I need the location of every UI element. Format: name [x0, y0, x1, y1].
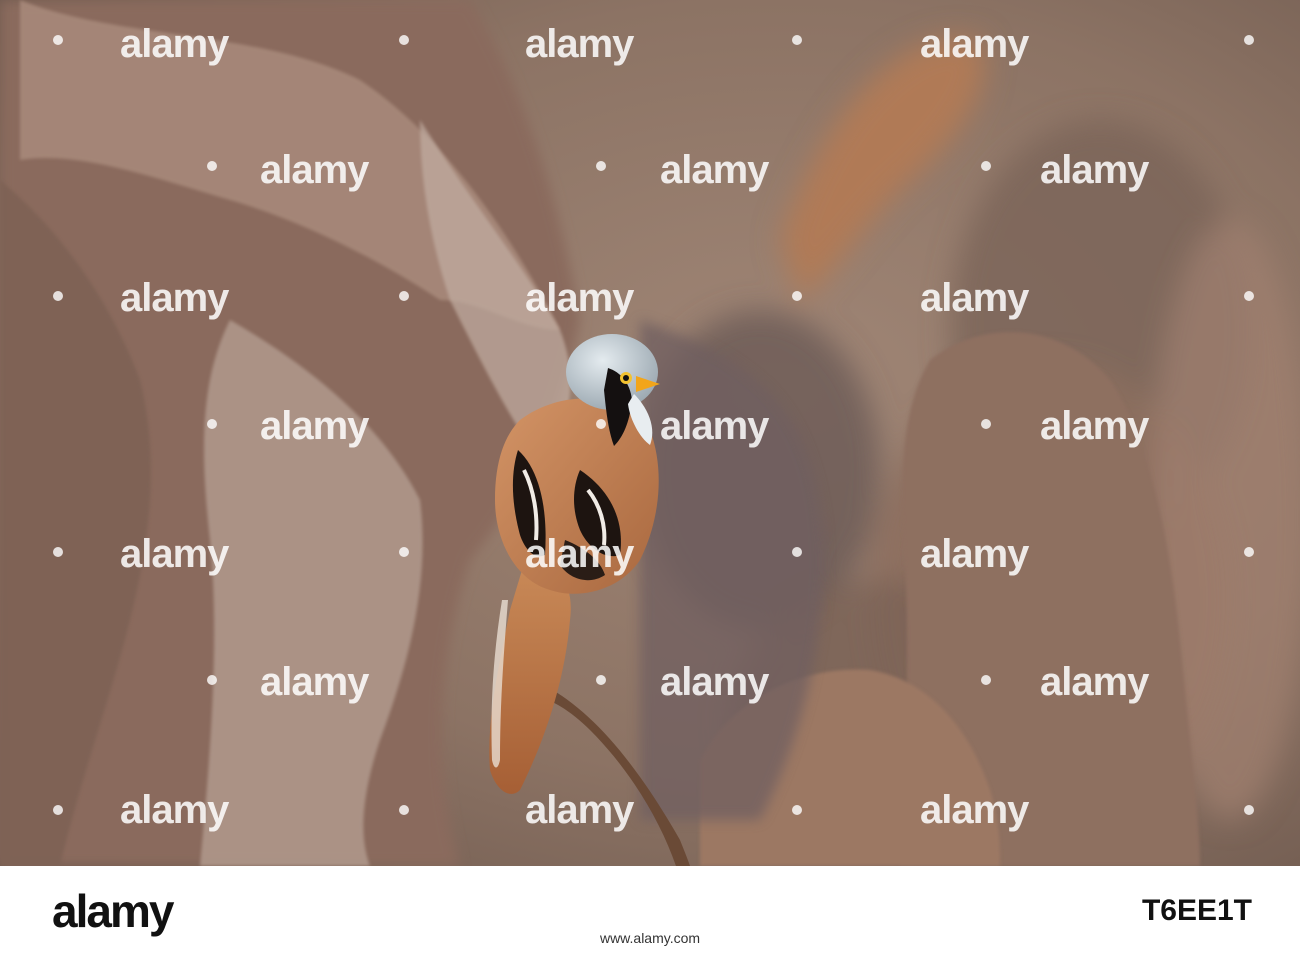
- footer-url[interactable]: www.alamy.com: [0, 930, 1300, 946]
- watermark-text: alamy: [920, 22, 1029, 66]
- watermark-text: alamy: [120, 276, 229, 320]
- watermark-text: alamy: [660, 660, 769, 704]
- watermark-text: alamy: [525, 788, 634, 832]
- photo: alamy alamy alamy alamy alamy alamy alam…: [0, 0, 1300, 866]
- watermark-text: alamy: [660, 148, 769, 192]
- watermark-text: alamy: [920, 276, 1029, 320]
- watermark-text: alamy: [525, 22, 634, 66]
- right-reed-plumes: [640, 320, 1200, 866]
- watermark-text: alamy: [120, 22, 229, 66]
- watermark-text: alamy: [920, 532, 1029, 576]
- watermark-text: alamy: [260, 404, 369, 448]
- watermark-text: alamy: [1040, 404, 1149, 448]
- watermark-text: alamy: [260, 660, 369, 704]
- watermark-text: alamy: [525, 532, 634, 576]
- watermark-text: alamy: [120, 788, 229, 832]
- watermark-text: alamy: [260, 148, 369, 192]
- watermark-text: alamy: [920, 788, 1029, 832]
- watermark-text: alamy: [660, 404, 769, 448]
- watermark-text: alamy: [525, 276, 634, 320]
- footer-bar: alamy T6EE1T www.alamy.com: [0, 866, 1300, 956]
- watermark-text: alamy: [120, 532, 229, 576]
- image-id: T6EE1T: [1141, 894, 1252, 927]
- watermark-text: alamy: [1040, 148, 1149, 192]
- watermark-text: alamy: [1040, 660, 1149, 704]
